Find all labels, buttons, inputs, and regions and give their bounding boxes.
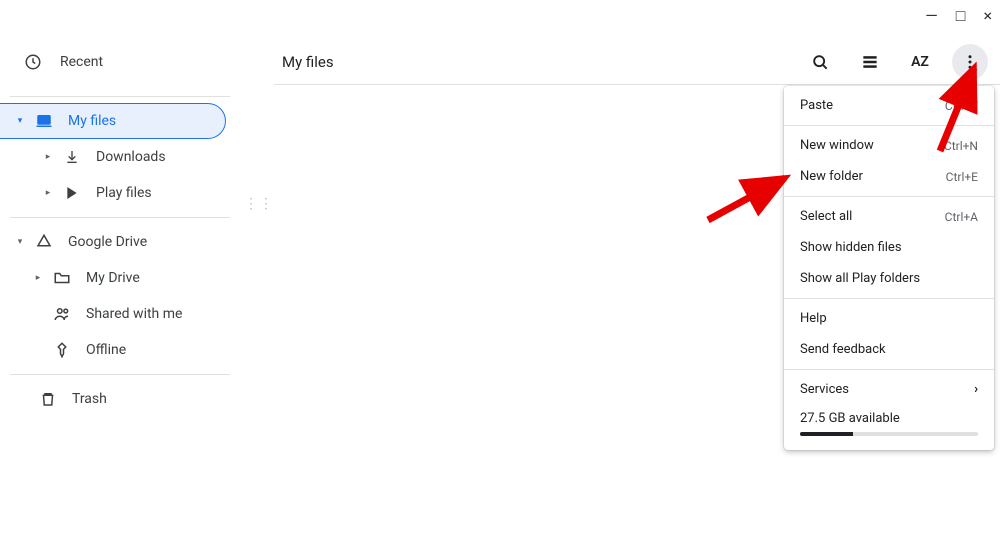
- list-view-icon: [860, 52, 880, 72]
- sidebar-item-label: Offline: [86, 342, 126, 358]
- storage-fill: [800, 432, 853, 436]
- menu-item-feedback[interactable]: Send feedback: [784, 334, 994, 365]
- play-icon: [62, 185, 82, 201]
- sidebar-item-label: Downloads: [96, 149, 166, 165]
- menu-item-label: Paste: [800, 98, 833, 113]
- chevron-right-icon: ▸: [32, 273, 44, 283]
- sidebar-item-label: Trash: [72, 391, 107, 407]
- divider: [784, 196, 994, 197]
- divider: [784, 369, 994, 370]
- sidebar-item-label: Play files: [96, 185, 152, 201]
- chevron-right-icon: ▸: [42, 188, 54, 198]
- chevron-right-icon: ▸: [42, 152, 54, 162]
- view-toggle-button[interactable]: [852, 44, 888, 80]
- folder-icon: [52, 269, 72, 287]
- menu-item-help[interactable]: Help: [784, 303, 994, 334]
- menu-item-shortcut: Ctrl+V: [945, 99, 978, 113]
- sort-button[interactable]: AZ: [902, 44, 938, 80]
- search-button[interactable]: [802, 44, 838, 80]
- divider: [10, 374, 230, 375]
- maximize-button[interactable]: □: [956, 8, 966, 24]
- menu-item-label: Show hidden files: [800, 240, 902, 255]
- pin-icon: [52, 341, 72, 359]
- laptop-icon: [34, 112, 54, 130]
- sidebar-item-trash[interactable]: Trash: [0, 381, 250, 417]
- menu-item-label: New folder: [800, 169, 863, 184]
- menu-item-label: Show all Play folders: [800, 271, 920, 286]
- sidebar-item-shared[interactable]: Shared with me: [0, 296, 250, 332]
- search-icon: [810, 52, 830, 72]
- menu-item-show-hidden[interactable]: Show hidden files: [784, 232, 994, 263]
- menu-item-label: Help: [800, 311, 827, 326]
- menu-item-label: New window: [800, 138, 874, 153]
- sidebar-item-offline[interactable]: Offline: [0, 332, 250, 368]
- more-vertical-icon: [961, 53, 979, 71]
- divider: [10, 96, 230, 97]
- page-title: My files: [282, 53, 334, 71]
- sidebar-item-label: My files: [68, 113, 116, 129]
- sidebar-item-play-files[interactable]: ▸ Play files: [0, 175, 250, 211]
- menu-item-services[interactable]: Services ›: [784, 374, 994, 405]
- menu-item-label: Services: [800, 382, 849, 397]
- menu-item-shortcut: Ctrl+E: [946, 170, 978, 184]
- drag-handle-icon[interactable]: ⋮⋮: [244, 196, 274, 212]
- sort-az-icon: AZ: [911, 54, 929, 70]
- menu-item-show-play[interactable]: Show all Play folders: [784, 263, 994, 294]
- sidebar-item-downloads[interactable]: ▸ Downloads: [0, 139, 250, 175]
- chevron-down-icon: ▾: [14, 237, 26, 247]
- sidebar-item-label: Shared with me: [86, 306, 182, 322]
- divider: [10, 217, 230, 218]
- sidebar-item-label: My Drive: [86, 270, 140, 286]
- sidebar-item-google-drive[interactable]: ▾ Google Drive: [0, 224, 250, 260]
- chevron-right-icon: ›: [974, 382, 978, 397]
- recent-label: Recent: [60, 54, 103, 70]
- menu-item-select-all[interactable]: Select all Ctrl+A: [784, 201, 994, 232]
- sidebar: ▾ My files ▸ Downloads ▸ Play files ▾ Go…: [0, 90, 250, 417]
- drive-icon: [34, 233, 54, 251]
- divider: [784, 125, 994, 126]
- menu-item-new-folder[interactable]: New folder Ctrl+E: [784, 161, 994, 192]
- more-options-menu: Paste Ctrl+V New window Ctrl+N New folde…: [784, 86, 994, 450]
- storage-label: 27.5 GB available: [800, 411, 900, 426]
- sidebar-item-label: Google Drive: [68, 234, 147, 250]
- chevron-down-icon: ▾: [14, 116, 26, 126]
- people-icon: [52, 305, 72, 323]
- minimize-button[interactable]: —: [925, 8, 938, 24]
- divider: [274, 84, 1000, 85]
- menu-item-paste[interactable]: Paste Ctrl+V: [784, 90, 994, 121]
- menu-item-shortcut: Ctrl+N: [944, 139, 978, 153]
- clock-icon: [24, 53, 42, 71]
- recent-nav[interactable]: Recent: [24, 53, 103, 71]
- menu-item-label: Select all: [800, 209, 852, 224]
- close-button[interactable]: ×: [983, 8, 992, 24]
- trash-icon: [38, 390, 58, 408]
- divider: [784, 298, 994, 299]
- sidebar-item-my-files[interactable]: ▾ My files: [0, 103, 226, 139]
- more-options-button[interactable]: [952, 44, 988, 80]
- sidebar-item-my-drive[interactable]: ▸ My Drive: [0, 260, 250, 296]
- storage-bar: [800, 432, 978, 436]
- storage-info: 27.5 GB available: [784, 405, 994, 446]
- menu-item-shortcut: Ctrl+A: [945, 210, 978, 224]
- menu-item-new-window[interactable]: New window Ctrl+N: [784, 130, 994, 161]
- menu-item-label: Send feedback: [800, 342, 886, 357]
- download-icon: [62, 149, 82, 165]
